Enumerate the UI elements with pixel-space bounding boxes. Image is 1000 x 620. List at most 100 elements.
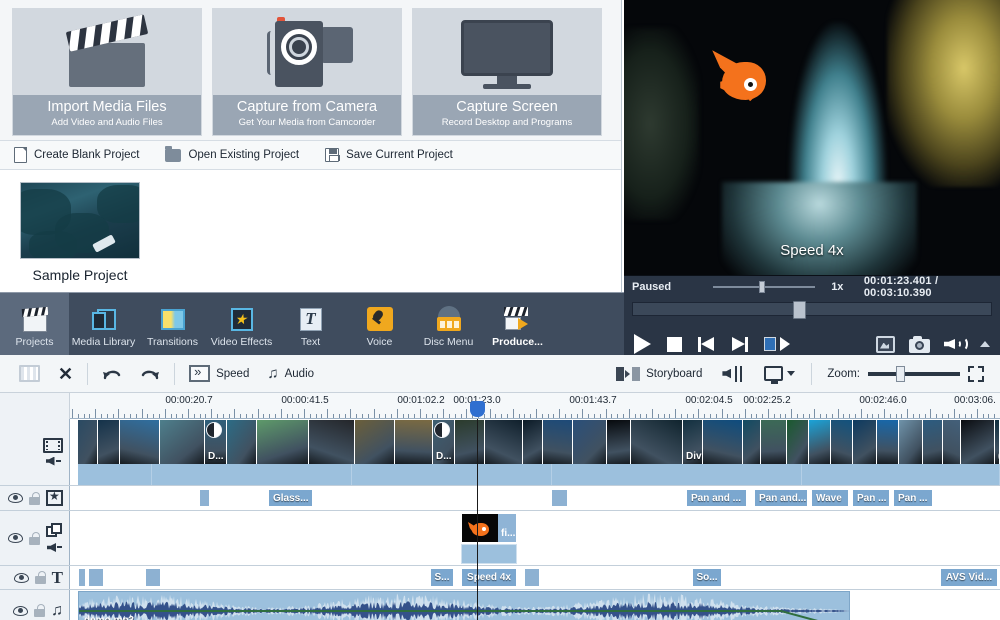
timeline-ruler[interactable]: 00:00:20.700:00:41.500:01:02.200:01:23.0… [0,393,1000,419]
chevron-down-icon[interactable] [787,371,796,376]
video-clip[interactable] [743,420,761,464]
volume-expand-button[interactable] [980,341,990,347]
video-clip[interactable] [160,420,205,464]
text-clip-blank[interactable] [524,568,540,587]
video-clip[interactable] [787,420,809,464]
audio-clip[interactable]: demo.mp3 [78,591,850,620]
video-clip-body[interactable] [802,464,1000,485]
video-clip[interactable] [309,420,355,464]
lock-icon[interactable] [34,604,45,617]
lock-icon[interactable] [34,571,46,584]
video-clip[interactable] [923,420,943,464]
storyboard-button[interactable]: Storyboard [607,361,711,387]
text-clip[interactable]: So... [692,568,722,587]
eye-icon[interactable] [13,605,28,616]
video-clip[interactable]: (.. [995,420,1000,464]
save-current-project-link[interactable]: Save Current Project [325,148,453,162]
video-clip-body[interactable] [152,464,352,485]
playback-speed-slider[interactable] [705,280,823,294]
video-clip[interactable] [943,420,961,464]
transition-marker-icon[interactable] [206,422,222,438]
text-clip-blank[interactable] [145,568,161,587]
lock-icon[interactable] [29,531,40,545]
stop-button[interactable] [667,336,682,352]
video-clip[interactable] [120,420,160,464]
tab-text[interactable]: T Text [276,293,345,355]
overlay-clip[interactable]: fi... [461,513,517,543]
video-clip[interactable] [455,420,485,464]
effect-clip-blank[interactable] [199,489,210,507]
audio-mixer-button[interactable] [713,361,753,387]
video-clip[interactable] [543,420,573,464]
video-overlay-track-body[interactable]: fi... [70,511,1000,565]
video-clip[interactable] [227,420,257,464]
effect-clip[interactable]: Glass... [268,489,313,507]
lock-icon[interactable] [29,491,40,505]
transition-marker-icon[interactable] [434,422,450,438]
audio-button[interactable]: ♫ Audio [258,361,323,387]
video-clip[interactable]: Divi... [683,420,703,464]
video-clip[interactable] [573,420,607,464]
capture-screen-card[interactable]: Capture Screen Record Desktop and Progra… [412,8,602,136]
create-blank-project-link[interactable]: Create Blank Project [14,147,139,163]
video-clip[interactable] [78,420,98,464]
eye-icon[interactable] [8,533,23,543]
video-clip-body[interactable] [78,464,152,485]
effect-clip[interactable]: Wave [811,489,849,507]
video-clip[interactable] [631,420,683,464]
text-clip[interactable]: AVS Vid... [940,568,998,587]
playhead-handle[interactable] [470,401,485,417]
seek-knob[interactable] [793,301,806,319]
text-clip-blank[interactable] [88,568,104,587]
import-media-files-card[interactable]: Import Media Files Add Video and Audio F… [12,8,202,136]
video-clip[interactable] [257,420,309,464]
project-tile-sample[interactable]: Sample Project [20,182,140,283]
fit-preview-button[interactable] [876,335,895,353]
effect-clip[interactable]: Pan ... [852,489,890,507]
video-clip[interactable] [899,420,923,464]
speaker-icon[interactable] [45,456,61,467]
tab-transitions[interactable]: Transitions [138,293,207,355]
video-effects-track-body[interactable]: Glass... Pan and ... Pan and... Wave Pan ...… [70,486,1000,510]
eye-icon[interactable] [8,493,23,503]
video-clip[interactable] [809,420,831,464]
tab-voice[interactable]: Voice [345,293,414,355]
open-existing-project-link[interactable]: Open Existing Project [165,145,299,162]
video-preview[interactable]: Speed 4x [624,0,1000,276]
fit-timeline-button[interactable] [962,361,990,387]
video-clip[interactable] [831,420,853,464]
effect-clip[interactable]: Pan ... [893,489,933,507]
video-clip[interactable] [98,420,120,464]
zoom-slider[interactable] [868,365,960,382]
tab-projects[interactable]: Projects [0,293,69,355]
redo-button[interactable] [131,361,169,387]
previous-frame-button[interactable] [698,336,715,352]
effect-clip[interactable]: Pan and ... [686,489,747,507]
set-range-button[interactable] [764,337,790,351]
play-button[interactable] [634,334,651,354]
effect-clip-blank[interactable] [551,489,568,507]
tab-disc-menu[interactable]: Disc Menu [414,293,483,355]
overlay-clip-body[interactable] [461,544,517,564]
delete-clip-button[interactable]: ✕ [49,361,82,387]
video-clip[interactable] [853,420,877,464]
text-track-body[interactable]: S... Speed 4x So... AVS Vid... [70,566,1000,589]
video-clip[interactable] [523,420,543,464]
text-clip[interactable]: Speed 4x [461,568,517,587]
next-frame-button[interactable] [731,336,748,352]
video-clip-body[interactable] [552,464,802,485]
text-clip[interactable]: S... [430,568,454,587]
video-clip[interactable] [607,420,631,464]
video-clip[interactable] [485,420,523,464]
capture-from-camera-card[interactable]: Capture from Camera Get Your Media from … [212,8,402,136]
split-clip-button[interactable] [10,361,49,387]
video-clip[interactable] [703,420,743,464]
video-clip-body[interactable] [352,464,552,485]
audio-track-body[interactable]: demo.mp3 [70,590,1000,620]
tab-video-effects[interactable]: ★ Video Effects [207,293,276,355]
seek-bar[interactable] [632,301,992,319]
video-clip[interactable] [961,420,995,464]
undo-button[interactable] [93,361,131,387]
tab-produce[interactable]: Produce... [483,293,552,355]
effect-clip[interactable]: Pan and... [754,489,808,507]
